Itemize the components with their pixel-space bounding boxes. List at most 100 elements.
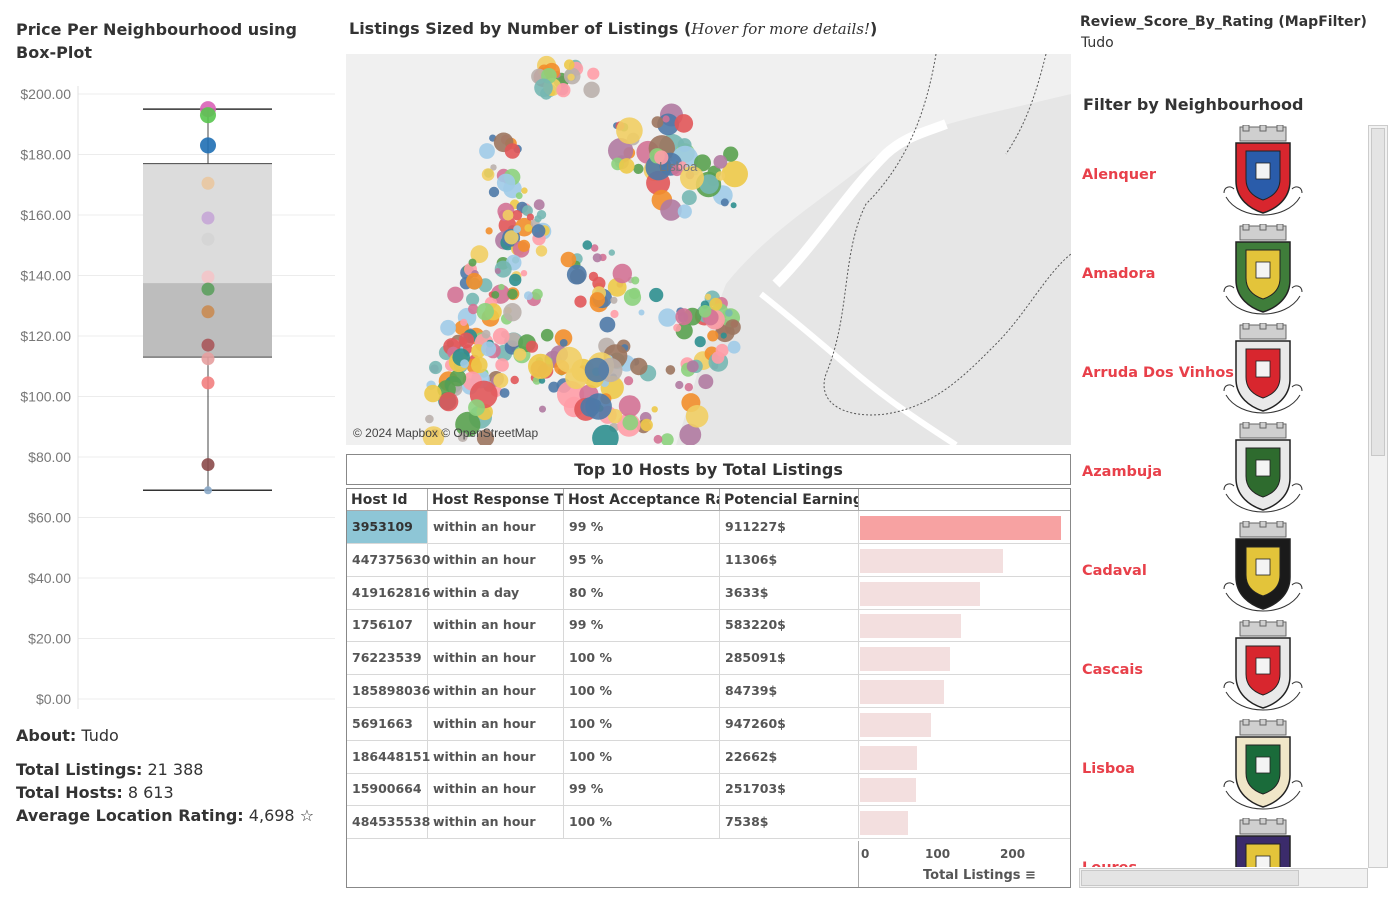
cell-response-time[interactable]: within an hour: [428, 740, 564, 773]
total-listings-bar[interactable]: [860, 516, 1061, 540]
cell-potential-earnings[interactable]: 285091$: [720, 642, 859, 675]
listing-marker[interactable]: [492, 327, 510, 345]
map-canvas[interactable]: Lisboa: [346, 54, 1071, 445]
listing-marker[interactable]: [510, 375, 519, 385]
listing-marker[interactable]: [425, 414, 434, 424]
total-listings-bar[interactable]: [860, 647, 950, 672]
cell-response-time[interactable]: within an hour: [428, 773, 564, 806]
listing-marker[interactable]: [591, 244, 599, 252]
listing-marker[interactable]: [496, 173, 516, 192]
listing-marker[interactable]: [715, 171, 726, 181]
scroll-thumb[interactable]: [1371, 128, 1385, 456]
listing-marker[interactable]: [730, 202, 737, 209]
listing-marker[interactable]: [535, 245, 548, 257]
listing-marker[interactable]: [583, 81, 600, 98]
listing-marker[interactable]: [589, 292, 605, 308]
neighbourhood-name[interactable]: Amadora: [1082, 266, 1155, 282]
listing-marker[interactable]: [685, 405, 709, 428]
listing-marker[interactable]: [468, 258, 477, 267]
cell-acceptance-rate[interactable]: 95 %: [564, 543, 720, 576]
cell-acceptance-rate[interactable]: 100 %: [564, 642, 720, 675]
cell-response-time[interactable]: within an hour: [428, 675, 564, 707]
listing-marker[interactable]: [466, 272, 483, 290]
listing-marker[interactable]: [713, 155, 728, 169]
cell-potential-earnings[interactable]: 251703$: [720, 773, 859, 806]
neighbourhood-name[interactable]: Azambuja: [1082, 464, 1162, 480]
listing-marker[interactable]: [638, 309, 645, 316]
cell-host-id[interactable]: 15900664: [347, 773, 428, 806]
listing-marker[interactable]: [468, 399, 485, 416]
cell-response-time[interactable]: within a day: [428, 576, 564, 609]
vertical-scrollbar[interactable]: [1368, 125, 1388, 868]
listing-marker[interactable]: [517, 239, 531, 252]
listing-marker[interactable]: [640, 418, 653, 432]
listing-marker[interactable]: [624, 376, 634, 386]
cell-acceptance-rate[interactable]: 99 %: [564, 511, 720, 543]
listing-marker[interactable]: [481, 329, 491, 339]
listing-marker[interactable]: [574, 295, 587, 308]
listing-marker[interactable]: [534, 78, 553, 98]
listing-marker[interactable]: [622, 414, 639, 431]
listing-marker[interactable]: [525, 340, 539, 353]
cell-host-id[interactable]: 1756107: [347, 609, 428, 642]
total-listings-bar[interactable]: [860, 778, 916, 803]
listing-marker[interactable]: [485, 227, 493, 235]
listing-marker[interactable]: [630, 357, 648, 376]
cell-response-time[interactable]: within an hour: [428, 642, 564, 675]
cell-host-id[interactable]: 5691663: [347, 707, 428, 740]
listing-marker[interactable]: [495, 358, 509, 372]
listing-marker[interactable]: [536, 210, 547, 220]
cell-potential-earnings[interactable]: 84739$: [720, 675, 859, 707]
listing-marker[interactable]: [424, 384, 442, 403]
col-header-response[interactable]: Host Response Ti..: [428, 489, 564, 511]
listing-marker[interactable]: [524, 224, 533, 232]
cell-acceptance-rate[interactable]: 80 %: [564, 576, 720, 609]
listing-marker[interactable]: [481, 341, 497, 357]
listing-marker[interactable]: [509, 273, 522, 287]
coat-of-arms-icon[interactable]: [1218, 818, 1308, 867]
listing-marker[interactable]: [540, 328, 554, 342]
listing-marker[interactable]: [560, 251, 577, 268]
listing-marker[interactable]: [556, 83, 571, 98]
listing-marker[interactable]: [720, 198, 729, 207]
listing-marker[interactable]: [539, 405, 546, 413]
listing-marker[interactable]: [471, 356, 488, 374]
table-row[interactable]: 76223539 within an hour 100 % 285091$: [347, 642, 1070, 676]
sort-icon[interactable]: ≡: [1025, 868, 1036, 883]
cell-acceptance-rate[interactable]: 99 %: [564, 773, 720, 806]
listing-marker[interactable]: [493, 373, 509, 388]
table-row[interactable]: 15900664 within an hour 99 % 251703$: [347, 773, 1070, 807]
listing-marker[interactable]: [504, 143, 521, 159]
coat-of-arms-icon[interactable]: [1218, 224, 1308, 322]
cell-potential-earnings[interactable]: 947260$: [720, 707, 859, 740]
listing-marker[interactable]: [476, 303, 494, 321]
listing-marker[interactable]: [707, 330, 719, 342]
neighbourhood-item[interactable]: Azambuja: [1076, 422, 1366, 521]
horizontal-scrollbar[interactable]: [1079, 868, 1368, 888]
listing-marker[interactable]: [618, 395, 641, 417]
listing-marker[interactable]: [460, 359, 469, 369]
listing-marker[interactable]: [587, 67, 600, 80]
cell-host-id[interactable]: 447375630: [347, 543, 430, 576]
listing-marker[interactable]: [531, 288, 543, 300]
table-row[interactable]: 5691663 within an hour 100 % 947260$: [347, 707, 1070, 741]
neighbourhood-item[interactable]: Lisboa: [1076, 719, 1366, 818]
neighbourhood-item[interactable]: Arruda Dos Vinhos: [1076, 323, 1366, 422]
coat-of-arms-icon[interactable]: [1218, 422, 1308, 520]
listing-marker[interactable]: [649, 287, 664, 303]
cell-response-time[interactable]: within an hour: [428, 806, 564, 839]
total-listings-bar[interactable]: [860, 712, 931, 737]
listing-marker[interactable]: [429, 360, 443, 375]
neighbourhood-item[interactable]: Loures: [1076, 818, 1366, 867]
listing-marker[interactable]: [709, 297, 723, 311]
listing-marker[interactable]: [526, 213, 534, 221]
listing-marker[interactable]: [528, 353, 554, 379]
coat-of-arms-icon[interactable]: [1218, 620, 1308, 718]
cell-host-id[interactable]: 484535538: [347, 806, 430, 839]
listing-marker[interactable]: [698, 374, 714, 390]
listing-marker[interactable]: [566, 264, 587, 285]
cell-host-id[interactable]: 185898036: [347, 675, 430, 707]
listing-marker[interactable]: [651, 406, 658, 413]
neighbourhood-name[interactable]: Cascais: [1082, 662, 1143, 678]
price-boxplot[interactable]: $200.00 $180.00 $160.00 $140.00 $120.00 $100.…: [0, 78, 345, 718]
